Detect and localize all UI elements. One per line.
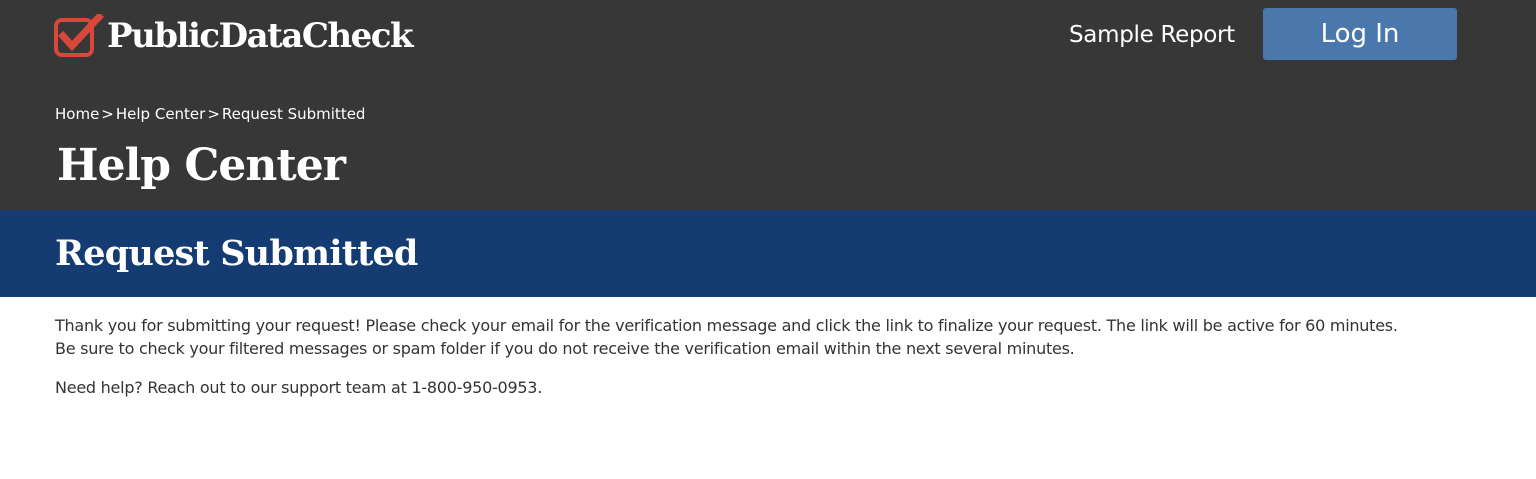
login-button[interactable]: Log In bbox=[1263, 8, 1457, 60]
logo-link[interactable]: PublicDataCheck bbox=[54, 14, 414, 58]
site-header: PublicDataCheck Sample Report Log In Hom… bbox=[0, 0, 1536, 210]
support-text: Need help? Reach out to our support team… bbox=[55, 378, 543, 397]
breadcrumb-current: Request Submitted bbox=[221, 105, 366, 123]
breadcrumb-help-center[interactable]: Help Center bbox=[116, 104, 205, 124]
confirmation-line-2: Be sure to check your filtered messages … bbox=[55, 339, 1075, 358]
breadcrumb-separator: > bbox=[207, 105, 220, 123]
confirmation-message: Thank you for submitting your request! P… bbox=[55, 314, 1495, 360]
section-title: Request Submitted bbox=[55, 233, 418, 274]
section-banner: Request Submitted bbox=[0, 210, 1536, 297]
confirmation-line-1: Thank you for submitting your request! P… bbox=[55, 316, 1398, 335]
logo-text: PublicDataCheck bbox=[107, 16, 414, 56]
checkmark-box-icon bbox=[54, 14, 104, 57]
breadcrumb-separator: > bbox=[101, 105, 114, 123]
main-content: Thank you for submitting your request! P… bbox=[55, 314, 1495, 399]
sample-report-link[interactable]: Sample Report bbox=[1069, 19, 1235, 51]
page-title: Help Center bbox=[57, 140, 346, 191]
breadcrumb: Home > Help Center > Request Submitted bbox=[55, 104, 365, 124]
breadcrumb-home[interactable]: Home bbox=[55, 104, 99, 124]
